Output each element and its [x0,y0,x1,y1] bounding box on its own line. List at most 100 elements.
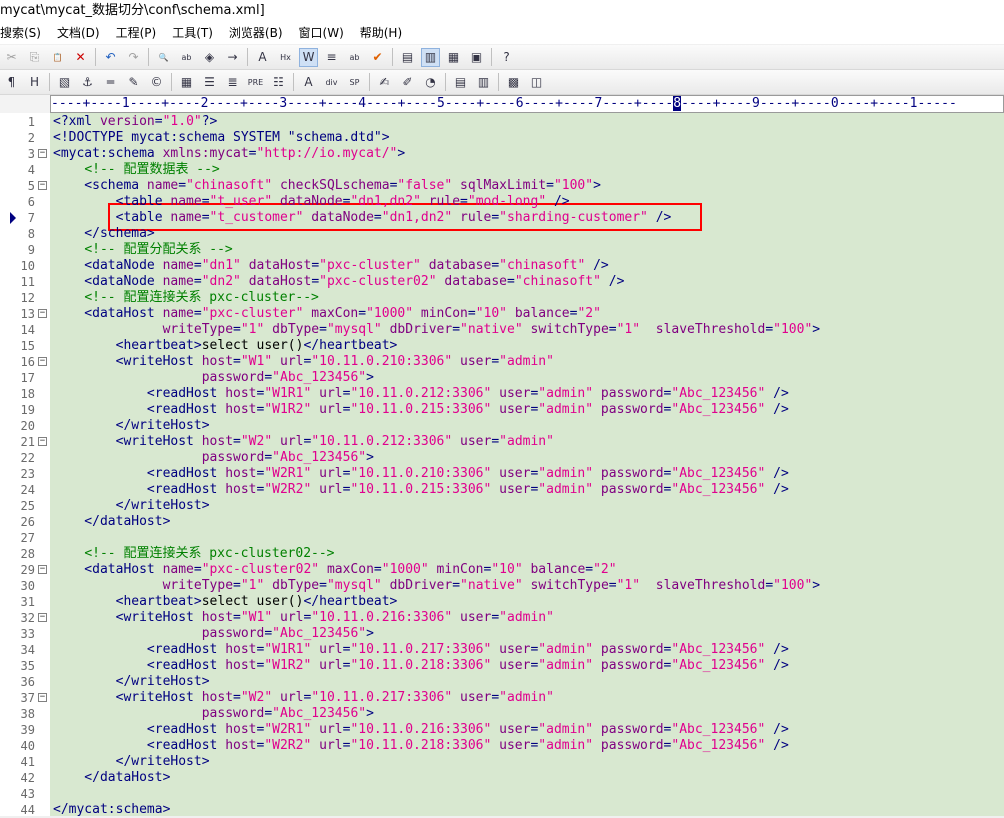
code-line[interactable]: 16− <writeHost host="W1" url="10.11.0.21… [0,354,1004,370]
preview-icon[interactable]: ▤ [451,73,470,92]
text-icon[interactable]: A [299,73,318,92]
code-line[interactable]: 7 <table name="t_customer" dataNode="dn1… [0,210,1004,226]
code-line[interactable]: 11 <dataNode name="dn2" dataHost="pxc-cl… [0,274,1004,290]
help-icon[interactable]: ? [497,48,516,67]
code-line[interactable]: 14 writeType="1" dbType="mysql" dbDriver… [0,322,1004,338]
code-line[interactable]: 9 <!-- 配置分配关系 --> [0,242,1004,258]
code-line[interactable]: 39 <readHost host="W2R1" url="10.11.0.21… [0,722,1004,738]
menu-item[interactable]: 工程(P) [108,22,165,44]
code-line[interactable]: 19 <readHost host="W1R2" url="10.11.0.21… [0,402,1004,418]
code-line[interactable]: 4 <!-- 配置数据表 --> [0,162,1004,178]
menu-item[interactable]: 文档(D) [49,22,108,44]
code-line[interactable]: 12 <!-- 配置连接关系 pxc-cluster--> [0,290,1004,306]
split-view-icon[interactable]: ▥ [421,47,440,67]
menu-item[interactable]: 搜索(S) [0,22,49,44]
code-line[interactable]: 32− <writeHost host="W1" url="10.11.0.21… [0,610,1004,626]
code-line[interactable]: 2 <!DOCTYPE mycat:schema SYSTEM "schema.d… [0,130,1004,146]
code-line[interactable]: 29− <dataHost name="pxc-cluster02" maxCo… [0,562,1004,578]
menu-item[interactable]: 帮助(H) [352,22,410,44]
code-line[interactable]: 26 </dataHost> [0,514,1004,530]
html-heading-icon[interactable]: H [25,73,44,92]
script-icon[interactable]: ✍ [375,73,394,92]
tile-icon[interactable]: ▣ [467,48,486,67]
check-icon[interactable]: ✔ [368,48,387,67]
list-icon[interactable]: ☷ [269,73,288,92]
code-line[interactable]: 35 <readHost host="W1R2" url="10.11.0.21… [0,658,1004,674]
menu-item[interactable]: 浏览器(B) [221,22,291,44]
code-line[interactable]: 21− <writeHost host="W2" url="10.11.0.21… [0,434,1004,450]
code-line[interactable]: 23 <readHost host="W2R1" url="10.11.0.21… [0,466,1004,482]
pilcrow-icon[interactable]: ¶ [2,73,21,92]
code-line[interactable]: 17 password="Abc_123456"> [0,370,1004,386]
wrap-icon[interactable]: W [299,47,318,67]
menu-item[interactable]: 窗口(W) [291,22,352,44]
fold-toggle-icon[interactable]: − [38,309,47,318]
fold-toggle-icon[interactable]: − [38,357,47,366]
code-line[interactable]: 8 </schema> [0,226,1004,242]
code-line[interactable]: 42 </dataHost> [0,770,1004,786]
window-icon[interactable]: ▦ [444,48,463,67]
spellcheck-icon[interactable]: ab [345,48,364,67]
fold-toggle-icon[interactable]: − [38,437,47,446]
code-line[interactable]: 43 [0,786,1004,802]
redo-icon[interactable]: ↷ [124,48,143,67]
code-line[interactable]: 34 <readHost host="W1R1" url="10.11.0.21… [0,642,1004,658]
cut-icon[interactable]: ✂ [2,48,21,67]
sp-icon[interactable]: SP [345,73,364,92]
anchor-icon[interactable]: ⚓ [78,73,97,92]
edit-icon[interactable]: ✎ [124,73,143,92]
window2-icon[interactable]: ◫ [527,73,546,92]
code-line[interactable]: 15 <heartbeat>select user()</heartbeat> [0,338,1004,354]
code-line[interactable]: 13− <dataHost name="pxc-cluster" maxCon=… [0,306,1004,322]
code-line[interactable]: 1 <?xml version="1.0"?> [0,114,1004,130]
copy-icon[interactable]: ⎘ [25,48,44,67]
pre-icon[interactable]: PRE [246,73,265,92]
find-icon[interactable]: 🔍 [154,48,173,67]
undo-icon[interactable]: ↶ [101,48,120,67]
fold-toggle-icon[interactable]: − [38,565,47,574]
palette-icon[interactable]: ▩ [504,73,523,92]
div-icon[interactable]: div [322,73,341,92]
heading-icon[interactable]: Hx [276,48,295,67]
code-line[interactable]: 10 <dataNode name="dn1" dataHost="pxc-cl… [0,258,1004,274]
find-replace-icon[interactable]: ab [177,48,196,67]
menu-item[interactable]: 工具(T) [164,22,221,44]
code-line[interactable]: 24 <readHost host="W2R2" url="10.11.0.21… [0,482,1004,498]
form-icon[interactable]: ☰ [200,73,219,92]
code-line[interactable]: 5− <schema name="chinasoft" checkSQLsche… [0,178,1004,194]
code-line[interactable]: 36 </writeHost> [0,674,1004,690]
color-icon[interactable]: ◔ [421,73,440,92]
view-icon[interactable]: ▤ [398,48,417,67]
code-line[interactable]: 38 password="Abc_123456"> [0,706,1004,722]
code-line[interactable]: 37− <writeHost host="W2" url="10.11.0.21… [0,690,1004,706]
font-size-icon[interactable]: A [253,48,272,67]
code-line[interactable]: 3− <mycat:schema xmlns:mycat="http://io.m… [0,146,1004,162]
style-icon[interactable]: ✐ [398,73,417,92]
code-line[interactable]: 6 <table name="t_user" dataNode="dn1,dn2… [0,194,1004,210]
code-line[interactable]: 31 <heartbeat>select user()</heartbeat> [0,594,1004,610]
code-line[interactable]: 40 <readHost host="W2R2" url="10.11.0.21… [0,738,1004,754]
code-editor[interactable]: 1 <?xml version="1.0"?> 2 <!DOCTYPE mycat:s… [0,113,1004,817]
table-icon[interactable]: ▦ [177,73,196,92]
code-line[interactable]: 20 </writeHost> [0,418,1004,434]
delete-icon[interactable]: ✕ [71,48,90,67]
image-icon[interactable]: ▧ [55,73,74,92]
hr-icon[interactable]: ═ [101,73,120,92]
code-line[interactable]: 22 password="Abc_123456"> [0,450,1004,466]
fold-toggle-icon[interactable]: − [38,693,47,702]
code-line[interactable]: 41 </writeHost> [0,754,1004,770]
center-icon[interactable]: ≣ [223,73,242,92]
code-line[interactable]: 25 </writeHost> [0,498,1004,514]
code-line[interactable]: 28 <!-- 配置连接关系 pxc-cluster02--> [0,546,1004,562]
frame-icon[interactable]: ▥ [474,73,493,92]
goto-line-icon[interactable]: → [223,48,242,67]
copyright-icon[interactable]: © [147,73,166,92]
paste-icon[interactable]: 📋 [48,48,67,67]
code-line[interactable]: 30 writeType="1" dbType="mysql" dbDriver… [0,578,1004,594]
code-line[interactable]: 27 [0,530,1004,546]
fold-toggle-icon[interactable]: − [38,613,47,622]
code-line[interactable]: 33 password="Abc_123456"> [0,626,1004,642]
fold-toggle-icon[interactable]: − [38,149,47,158]
fold-toggle-icon[interactable]: − [38,181,47,190]
indent-icon[interactable]: ≡ [322,48,341,67]
